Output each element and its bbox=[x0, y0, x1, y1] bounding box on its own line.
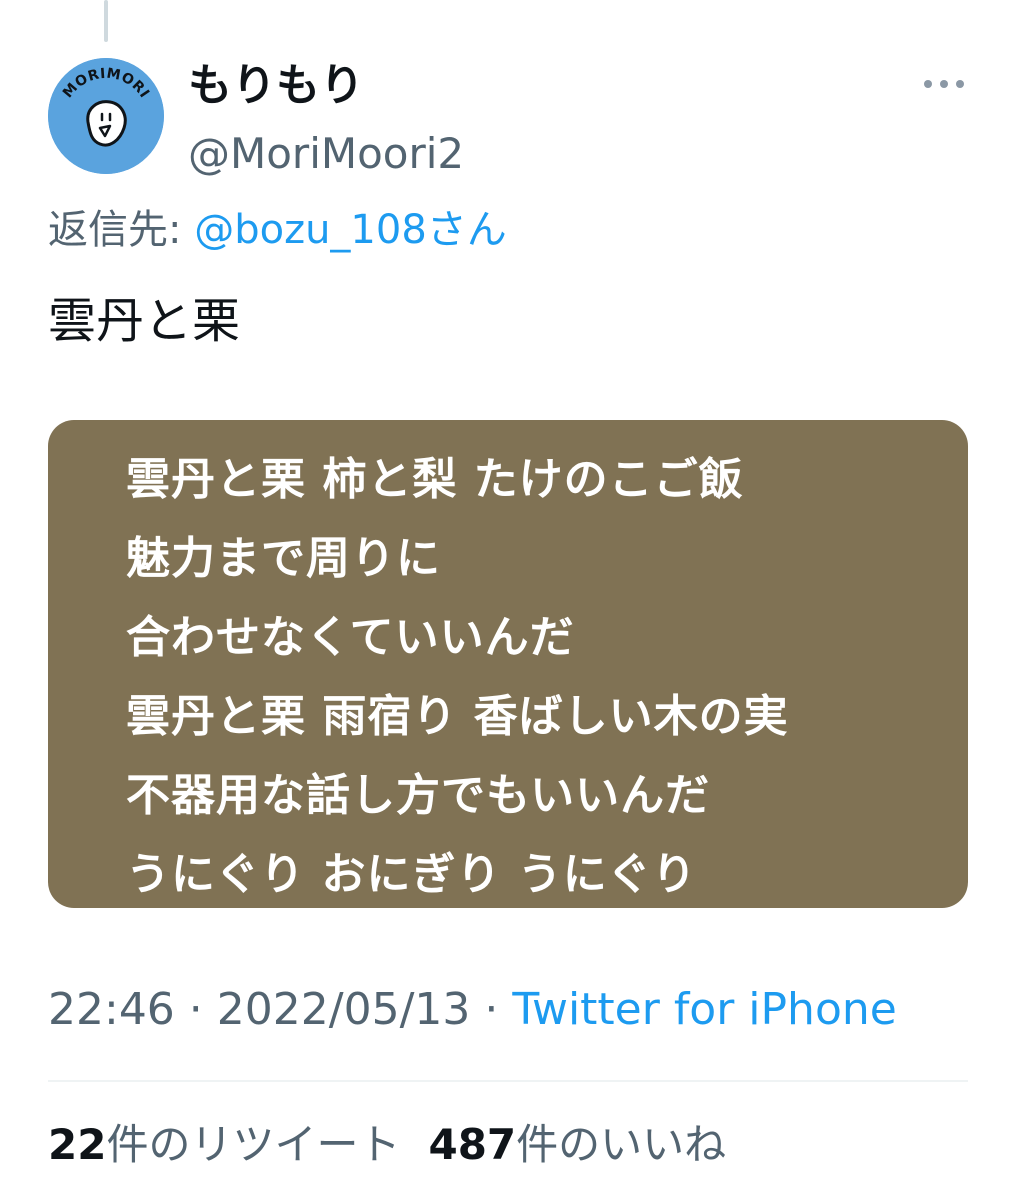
more-dot bbox=[956, 80, 964, 88]
tweet-time[interactable]: 22:46 bbox=[48, 984, 175, 1035]
thread-connector-line bbox=[104, 0, 108, 42]
tweet-stats: 22件のリツイート 487件のいいね bbox=[48, 1114, 754, 1176]
lyrics-line: 雲丹と栗 雨宿り 香ばしい木の実 bbox=[126, 691, 789, 742]
avatar[interactable]: MORIMORI bbox=[48, 58, 164, 174]
tweet-date[interactable]: 2022/05/13 bbox=[217, 984, 471, 1035]
tweet-metadata: 22:46 · 2022/05/13 · Twitter for iPhone bbox=[48, 978, 897, 1042]
tweet-header: MORIMORI もりもり @MoriMoori2 bbox=[48, 58, 968, 186]
user-handle[interactable]: @MoriMoori2 bbox=[188, 126, 464, 182]
lyrics-line: 魅力まで周りに bbox=[126, 533, 441, 584]
reply-to-line: 返信先: @bozu_108さん bbox=[48, 200, 507, 260]
user-info: もりもり @MoriMoori2 bbox=[188, 58, 464, 182]
more-options-icon[interactable] bbox=[924, 74, 964, 94]
likes-stat[interactable]: 487件のいいね bbox=[428, 1120, 726, 1169]
reply-to-prefix: 返信先: bbox=[48, 207, 195, 253]
tweet-media-image[interactable]: 雲丹と栗 柿と梨 たけのこご飯 魅力まで周りに 合わせなくていいんだ 雲丹と栗 … bbox=[48, 420, 968, 908]
retweets-stat[interactable]: 22件のリツイート bbox=[48, 1120, 400, 1169]
likes-label: 件のいいね bbox=[516, 1120, 727, 1169]
reply-mention-link[interactable]: @bozu_108さん bbox=[194, 207, 507, 253]
tweet-text: 雲丹と栗 bbox=[48, 293, 241, 349]
lyrics-line: うにぐり おにぎり うにぐり bbox=[126, 849, 697, 900]
meta-separator: · bbox=[174, 984, 217, 1035]
retweets-label: 件のリツイート bbox=[106, 1120, 401, 1169]
more-dot bbox=[924, 80, 932, 88]
tweet-page: MORIMORI もりもり @MoriMoori2 返信先: @bozu_108… bbox=[0, 0, 1016, 1200]
retweets-count: 22 bbox=[48, 1120, 107, 1169]
avatar-image: MORIMORI bbox=[48, 58, 164, 174]
meta-separator: · bbox=[470, 984, 513, 1035]
display-name[interactable]: もりもり bbox=[188, 58, 464, 114]
divider bbox=[48, 1080, 968, 1082]
lyrics-line: 雲丹と栗 柿と梨 たけのこご飯 bbox=[126, 454, 744, 505]
more-dot bbox=[940, 80, 948, 88]
lyrics-line: 合わせなくていいんだ bbox=[126, 612, 575, 663]
likes-count: 487 bbox=[428, 1120, 517, 1169]
lyrics-text: 雲丹と栗 柿と梨 たけのこご飯 魅力まで周りに 合わせなくていいんだ 雲丹と栗 … bbox=[126, 440, 789, 908]
lyrics-line: 不器用な話し方でもいいんだ bbox=[126, 770, 711, 821]
tweet-source-link[interactable]: Twitter for iPhone bbox=[512, 984, 896, 1035]
